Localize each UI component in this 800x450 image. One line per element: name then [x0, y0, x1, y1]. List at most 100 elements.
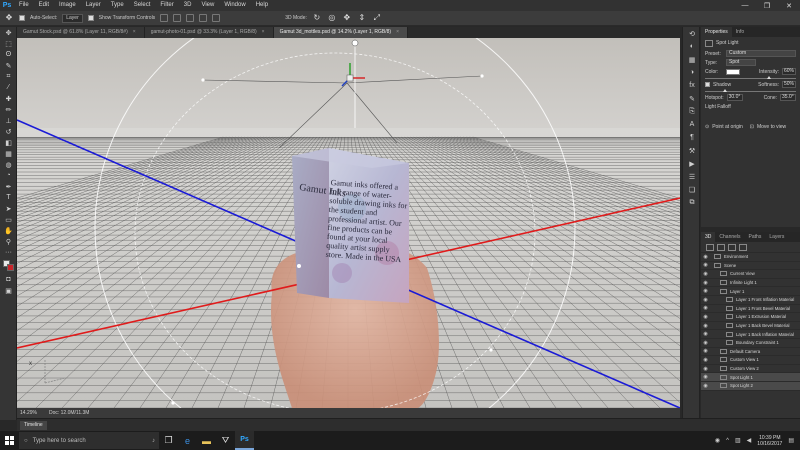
scene-tree-row[interactable]: ◉ Current View	[701, 270, 800, 279]
photoshop-taskbar-icon[interactable]: Ps	[235, 431, 254, 450]
lasso-tool[interactable]: ʘ	[0, 49, 17, 60]
shadow-checkbox[interactable]	[705, 82, 710, 87]
tab-channels[interactable]: Channels	[715, 232, 744, 242]
notifications-icon[interactable]: ▤	[788, 437, 794, 444]
intensity-field[interactable]: 60%	[782, 68, 796, 75]
point-at-origin-icon[interactable]: ⊙	[705, 124, 709, 130]
screen-mode-icon[interactable]: ▣	[0, 285, 17, 296]
restore-button[interactable]: ❐	[756, 0, 778, 11]
swatches-icon[interactable]: ▦	[683, 53, 701, 66]
actions-icon[interactable]: ▶	[683, 157, 701, 170]
tab-gamut-photo[interactable]: gamut-photo-01.psd @ 33.3% (Layer 1, RGB…	[144, 27, 274, 38]
clock[interactable]: 10:39 PM 10/16/2017	[757, 435, 782, 447]
scene-tree-row[interactable]: ◉ Layer 1	[701, 287, 800, 296]
show-transform-checkbox[interactable]	[87, 15, 94, 21]
scene-tree-row[interactable]: ◉ Scene	[701, 262, 800, 271]
scene-tree-row[interactable]: ◉ Custom View 2	[701, 365, 800, 374]
menu-file[interactable]: File	[14, 0, 34, 11]
volume-icon[interactable]: ◀	[747, 437, 752, 444]
scene-tree-row[interactable]: ◉ Custom View 1	[701, 356, 800, 365]
more-tools-icon[interactable]: ···	[0, 247, 17, 258]
softness-field[interactable]: 50%	[782, 81, 796, 88]
visibility-eye-icon[interactable]: ◉	[701, 297, 710, 303]
microphone-icon[interactable]: ♪	[152, 438, 155, 444]
product-box[interactable]: Gamut Inks Gamut inks offered a full ran…	[292, 148, 409, 303]
softness-slider[interactable]	[705, 89, 796, 93]
zoom-tool[interactable]: ⚲	[0, 236, 17, 247]
visibility-eye-icon[interactable]: ◉	[701, 280, 710, 286]
scene-tree-row[interactable]: ◉ Layer 1 Back Bevel Material	[701, 322, 800, 331]
menu-type[interactable]: Type	[106, 0, 129, 11]
background-color-swatch[interactable]	[7, 264, 14, 271]
dodge-tool[interactable]: ◔	[0, 170, 17, 181]
menu-window[interactable]: Window	[219, 0, 250, 11]
menu-select[interactable]: Select	[129, 0, 156, 11]
move-to-view-icon[interactable]: ⊡	[750, 124, 754, 130]
close-button[interactable]: ✕	[778, 0, 800, 11]
pan-3d-icon[interactable]: ✥	[342, 13, 352, 23]
visibility-eye-icon[interactable]: ◉	[701, 340, 710, 346]
minimize-button[interactable]: —	[734, 0, 756, 11]
tab-3d[interactable]: 3D	[701, 232, 716, 242]
tab-properties[interactable]: Properties	[701, 27, 732, 37]
type-dropdown[interactable]: Spot	[726, 59, 756, 66]
scene-tree-row[interactable]: ◉ Environment	[701, 253, 800, 262]
hand-tool[interactable]: ✋	[0, 225, 17, 236]
scale-3d-icon[interactable]: ⤢	[372, 13, 382, 23]
edge-browser-icon[interactable]: e	[178, 431, 197, 450]
layer-comps-icon[interactable]: ⧉	[683, 196, 701, 209]
history-brush-tool[interactable]: ↺	[0, 126, 17, 137]
move-tool-icon[interactable]: ✥	[4, 13, 14, 23]
align-bottom-icon[interactable]	[186, 14, 195, 22]
tab-layers[interactable]: Layers	[765, 232, 788, 242]
visibility-eye-icon[interactable]: ◉	[701, 383, 710, 389]
tool-presets-icon[interactable]: ⚒	[683, 144, 701, 157]
orbit-3d-icon[interactable]: ↻	[312, 13, 322, 23]
rectangle-tool[interactable]: ▭	[0, 214, 17, 225]
gradient-tool[interactable]: ▦	[0, 148, 17, 159]
menu-filter[interactable]: Filter	[155, 0, 178, 11]
light-color-swatch[interactable]	[726, 68, 740, 75]
3d-scene[interactable]: Gamut Inks Gamut inks offered a full ran…	[17, 38, 680, 408]
quick-select-tool[interactable]: ✎	[0, 60, 17, 71]
scene-tree-row[interactable]: ◉ Infinite Light 1	[701, 279, 800, 288]
blur-tool[interactable]: ◍	[0, 159, 17, 170]
scene-tree-row[interactable]: ◉ Layer 1 Front Inflation Material	[701, 296, 800, 305]
scene-tree-row[interactable]: ◉ Spot Light 1	[701, 373, 800, 382]
visibility-eye-icon[interactable]: ◉	[701, 288, 710, 294]
auto-select-dropdown[interactable]: Layer	[62, 13, 83, 23]
align-top-icon[interactable]	[160, 14, 169, 22]
scene-tree-row[interactable]: ◉ Layer 1 Back Inflation Material	[701, 330, 800, 339]
close-tab-icon[interactable]: ×	[262, 29, 265, 35]
intensity-slider[interactable]	[705, 76, 796, 80]
brush-panel-icon[interactable]: ✎	[683, 92, 701, 105]
people-icon[interactable]: ◉	[715, 437, 720, 444]
close-tab-icon[interactable]: ×	[396, 29, 399, 35]
path-select-tool[interactable]: ➤	[0, 203, 17, 214]
eyedropper-tool[interactable]: ⁄	[0, 82, 17, 93]
timeline-tab[interactable]: Timeline	[20, 421, 47, 430]
tab-gamut-3d[interactable]: Gamut 3d_mottles.psd @ 14.2% (Layer 1, R…	[273, 27, 409, 38]
glyphs-icon[interactable]: ☰	[683, 170, 701, 183]
character-icon[interactable]: A	[683, 118, 701, 131]
distribute-horizontal-icon[interactable]	[212, 14, 221, 22]
visibility-eye-icon[interactable]: ◉	[701, 323, 710, 329]
filter-scene-icon[interactable]	[706, 243, 714, 251]
crop-tool[interactable]: ⌗	[0, 71, 17, 82]
visibility-eye-icon[interactable]: ◉	[701, 331, 710, 337]
scene-tree-row[interactable]: ◉ Layer 1 Front Bevel Material	[701, 305, 800, 314]
align-middle-icon[interactable]	[173, 14, 182, 22]
visibility-eye-icon[interactable]: ◉	[701, 271, 710, 277]
point-at-origin-label[interactable]: Point at origin	[712, 124, 743, 130]
hotspot-field[interactable]: 30.0°	[726, 94, 743, 101]
quick-mask-icon[interactable]: ◘	[0, 274, 17, 285]
history-icon[interactable]: ⟲	[683, 27, 701, 40]
menu-image[interactable]: Image	[54, 0, 81, 11]
visibility-eye-icon[interactable]: ◉	[701, 314, 710, 320]
visibility-eye-icon[interactable]: ◉	[701, 348, 710, 354]
healing-tool[interactable]: ✚	[0, 93, 17, 104]
filter-mesh-icon[interactable]	[717, 243, 725, 251]
tab-info[interactable]: Info	[732, 27, 748, 37]
auto-select-checkbox[interactable]	[19, 15, 25, 21]
tab-paths[interactable]: Paths	[745, 232, 766, 242]
